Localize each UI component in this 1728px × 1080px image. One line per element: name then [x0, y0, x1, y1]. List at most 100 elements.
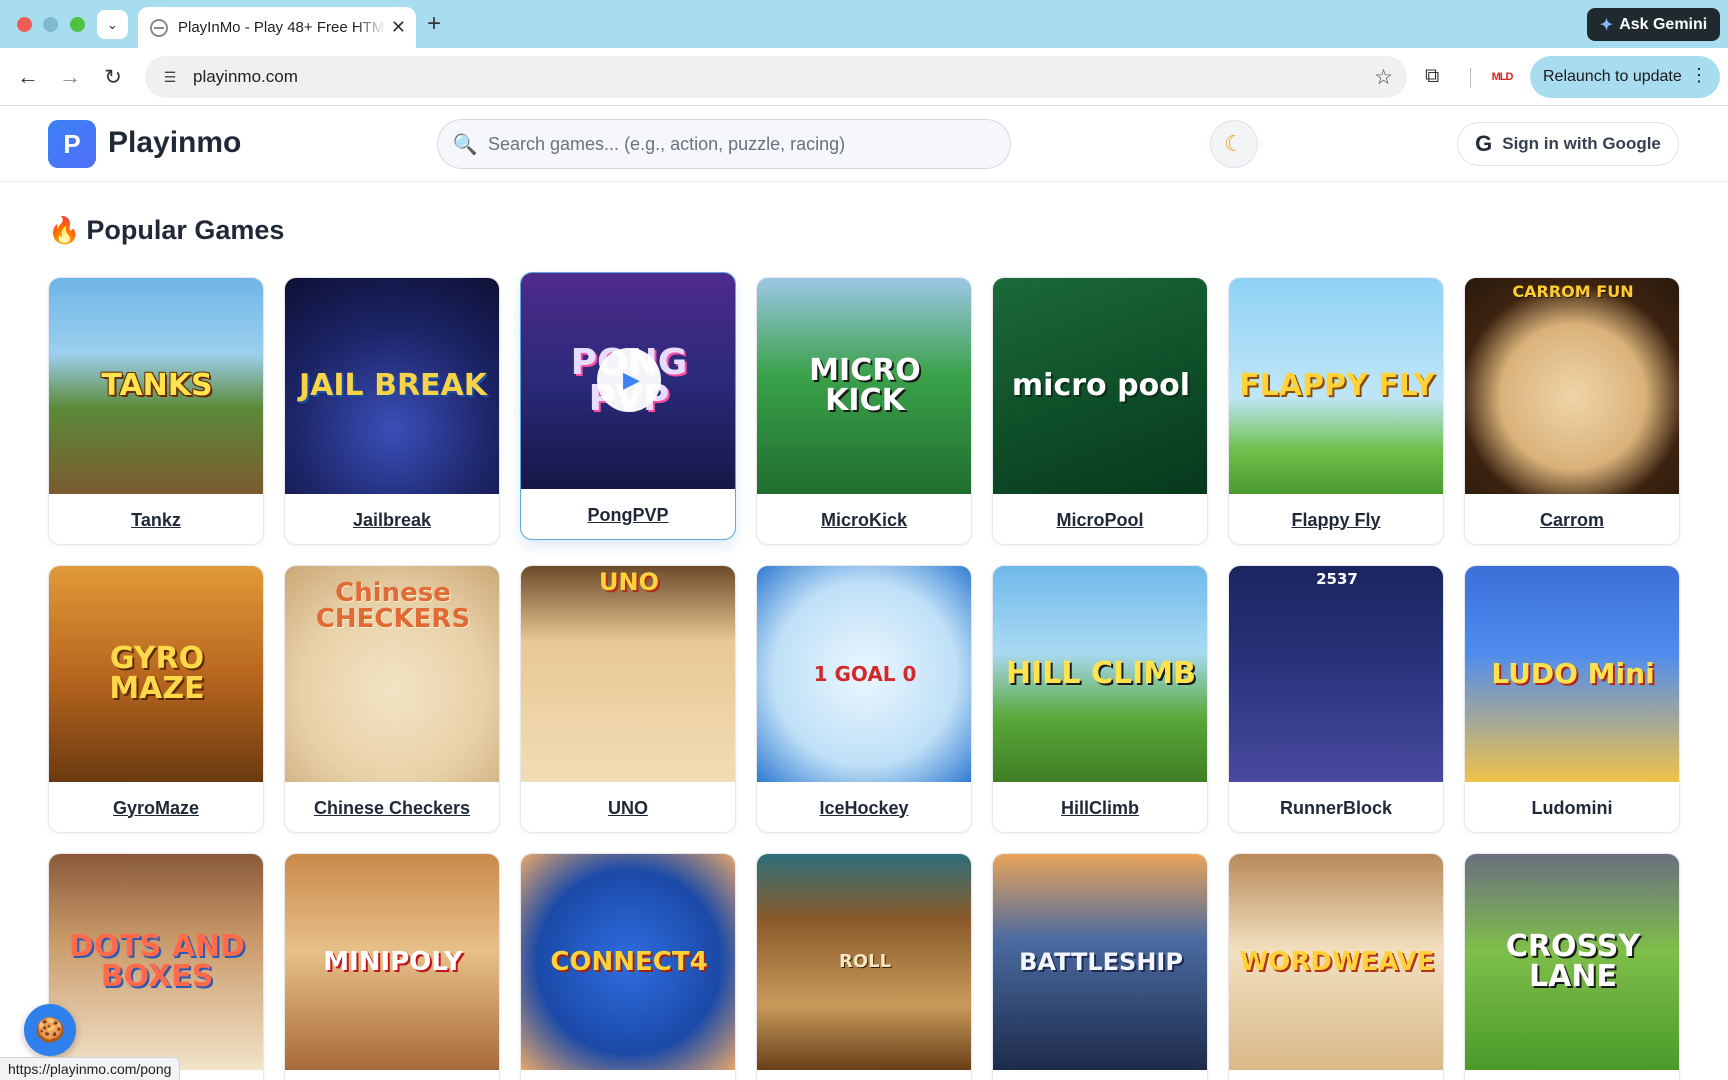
ask-gemini-button[interactable]: ✦ Ask Gemini	[1587, 8, 1720, 41]
game-thumbnail[interactable]: JAIL BREAK	[285, 278, 499, 494]
game-title-link[interactable]: Minipoly	[285, 1070, 499, 1080]
url-text[interactable]: playinmo.com	[193, 67, 298, 87]
logo-text[interactable]: Playinmo	[108, 126, 241, 160]
thumbnail-title: HILL CLIMB	[1006, 656, 1196, 691]
game-title-link[interactable]: Tankz	[49, 494, 263, 544]
game-title-link[interactable]: UNO	[521, 782, 735, 832]
game-thumbnail[interactable]: DOTS AND BOXES	[49, 854, 263, 1070]
game-title-link[interactable]: MicroKick	[757, 494, 971, 544]
game-thumbnail[interactable]: GYRO MAZE	[49, 566, 263, 782]
game-title-link[interactable]: Carrom	[1465, 494, 1679, 544]
game-title-link[interactable]: Jailbreak	[285, 494, 499, 544]
game-thumbnail[interactable]: CROSSY LANE	[1465, 854, 1679, 1070]
maximize-window-button[interactable]	[70, 17, 85, 32]
close-icon[interactable]: ✕	[391, 17, 406, 37]
minimize-window-button[interactable]	[43, 17, 58, 32]
thumbnail-title: CARROM FUN	[1512, 282, 1634, 301]
game-thumbnail[interactable]: TANKS	[49, 278, 263, 494]
thumbnail-title: LUDO Mini	[1491, 657, 1655, 690]
search-bar[interactable]: 🔍	[437, 119, 1011, 169]
site-settings-icon[interactable]: ☰	[159, 66, 181, 88]
game-thumbnail[interactable]: micro pool	[993, 278, 1207, 494]
game-thumbnail[interactable]: MINIPOLY	[285, 854, 499, 1070]
close-window-button[interactable]	[17, 17, 32, 32]
game-thumbnail[interactable]: LUDO Mini	[1465, 566, 1679, 782]
game-thumbnail[interactable]: FLAPPY FLY	[1229, 278, 1443, 494]
game-title-link[interactable]: IceHockey	[757, 782, 971, 832]
logo-letter: P	[63, 128, 81, 159]
extensions-puzzle-icon[interactable]: ⧉	[1425, 65, 1449, 89]
sign-in-google-button[interactable]: G Sign in with Google	[1457, 122, 1679, 166]
game-card[interactable]: GYRO MAZE GyroMaze	[48, 565, 264, 833]
back-arrow-icon[interactable]: ←	[13, 62, 43, 92]
game-title-link[interactable]: MicroPool	[993, 494, 1207, 544]
game-card[interactable]: BATTLESHIP Battleship	[992, 853, 1208, 1080]
game-card[interactable]: WORDWEAVE WordWeave	[1228, 853, 1444, 1080]
game-thumbnail[interactable]: BATTLESHIP	[993, 854, 1207, 1070]
game-card[interactable]: HILL CLIMB HillClimb	[992, 565, 1208, 833]
more-vertical-icon[interactable]: ⋮	[1690, 65, 1708, 86]
game-title-link[interactable]: RunnerBlock	[1229, 782, 1443, 832]
thumbnail-title: Chinese CHECKERS	[315, 578, 471, 634]
game-card[interactable]: Chinese CHECKERS Chinese Checkers	[284, 565, 500, 833]
bookmark-star-icon[interactable]: ☆	[1374, 65, 1393, 90]
game-card[interactable]: 1 GOAL 0 IceHockey	[756, 565, 972, 833]
game-title-link[interactable]: GyroMaze	[49, 782, 263, 832]
game-card[interactable]: TANKS Tankz	[48, 277, 264, 545]
address-bar[interactable]: ☰ playinmo.com ☆	[145, 56, 1407, 98]
extension-mld-icon[interactable]: MLD	[1487, 65, 1517, 89]
game-title-link[interactable]: WordWeave	[1229, 1070, 1443, 1080]
game-card[interactable]: LUDO Mini Ludomini	[1464, 565, 1680, 833]
browser-tab[interactable]: PlayInMo - Play 48+ Free HTML5 Games ✕	[138, 7, 416, 48]
reload-icon[interactable]: ↻	[98, 62, 128, 92]
game-title-link[interactable]: HillClimb	[993, 782, 1207, 832]
tab-search-button[interactable]: ⌄	[97, 10, 128, 39]
game-card[interactable]: ROLL Backgammon	[756, 853, 972, 1080]
game-title-link[interactable]: Crossy Lane	[1465, 1070, 1679, 1080]
search-input[interactable]	[488, 133, 988, 155]
game-card[interactable]: JAIL BREAK Jailbreak	[284, 277, 500, 545]
game-card[interactable]: micro pool MicroPool	[992, 277, 1208, 545]
game-title-link[interactable]: Connect 4	[521, 1070, 735, 1080]
game-card[interactable]: DOTS AND BOXESDots and Boxes	[48, 853, 264, 1080]
game-thumbnail[interactable]: WORDWEAVE	[1229, 854, 1443, 1070]
thumbnail-title: MICRO KICK	[809, 353, 921, 418]
forward-arrow-icon[interactable]: →	[55, 62, 85, 92]
game-thumbnail[interactable]: HILL CLIMB	[993, 566, 1207, 782]
browser-tab-bar: ⌄ PlayInMo - Play 48+ Free HTML5 Games ✕…	[0, 0, 1728, 48]
game-thumbnail[interactable]: CARROM FUN	[1465, 278, 1679, 494]
game-card[interactable]: PONG PVP▶PongPVP	[520, 272, 736, 540]
plus-icon[interactable]: +	[427, 11, 441, 37]
game-card[interactable]: CROSSY LANE Crossy Lane	[1464, 853, 1680, 1080]
game-title-link[interactable]: Backgammon	[757, 1070, 971, 1080]
game-thumbnail[interactable]: Chinese CHECKERS	[285, 566, 499, 782]
play-icon[interactable]: ▶	[597, 348, 661, 412]
game-card[interactable]: MICRO KICK MicroKick	[756, 277, 972, 545]
game-title-link[interactable]: Flappy Fly	[1229, 494, 1443, 544]
cookie-settings-button[interactable]: 🍪	[24, 1004, 76, 1056]
relaunch-to-update-button[interactable]: Relaunch to update ⋮	[1530, 56, 1720, 98]
game-thumbnail[interactable]: CONNECT4	[521, 854, 735, 1070]
game-title-link[interactable]: Battleship	[993, 1070, 1207, 1080]
game-card[interactable]: 2537 RunnerBlock	[1228, 565, 1444, 833]
game-card[interactable]: MINIPOLY Minipoly	[284, 853, 500, 1080]
profile-badge-text: MLD	[1491, 71, 1514, 83]
status-bar-url: https://playinmo.com/pong	[0, 1057, 181, 1080]
logo-badge[interactable]: P	[48, 120, 96, 168]
game-card[interactable]: CARROM FUN Carrom	[1464, 277, 1680, 545]
game-title-link[interactable]: PongPVP	[521, 489, 735, 539]
game-card[interactable]: FLAPPY FLY Flappy Fly	[1228, 277, 1444, 545]
game-thumbnail[interactable]: UNO	[521, 566, 735, 782]
game-thumbnail[interactable]: MICRO KICK	[757, 278, 971, 494]
thumbnail-title: 1 GOAL 0	[813, 662, 917, 686]
thumbnail-title: TANKS	[101, 368, 213, 403]
game-title-link[interactable]: Ludomini	[1465, 782, 1679, 832]
game-thumbnail[interactable]: 2537	[1229, 566, 1443, 782]
game-title-link[interactable]: Chinese Checkers	[285, 782, 499, 832]
game-thumbnail[interactable]: ROLL	[757, 854, 971, 1070]
dark-mode-toggle[interactable]: ☾	[1210, 120, 1258, 168]
game-thumbnail[interactable]: 1 GOAL 0	[757, 566, 971, 782]
game-card[interactable]: UNO UNO	[520, 565, 736, 833]
game-thumbnail[interactable]: PONG PVP▶	[521, 273, 735, 489]
game-card[interactable]: CONNECT4 Connect 4	[520, 853, 736, 1080]
